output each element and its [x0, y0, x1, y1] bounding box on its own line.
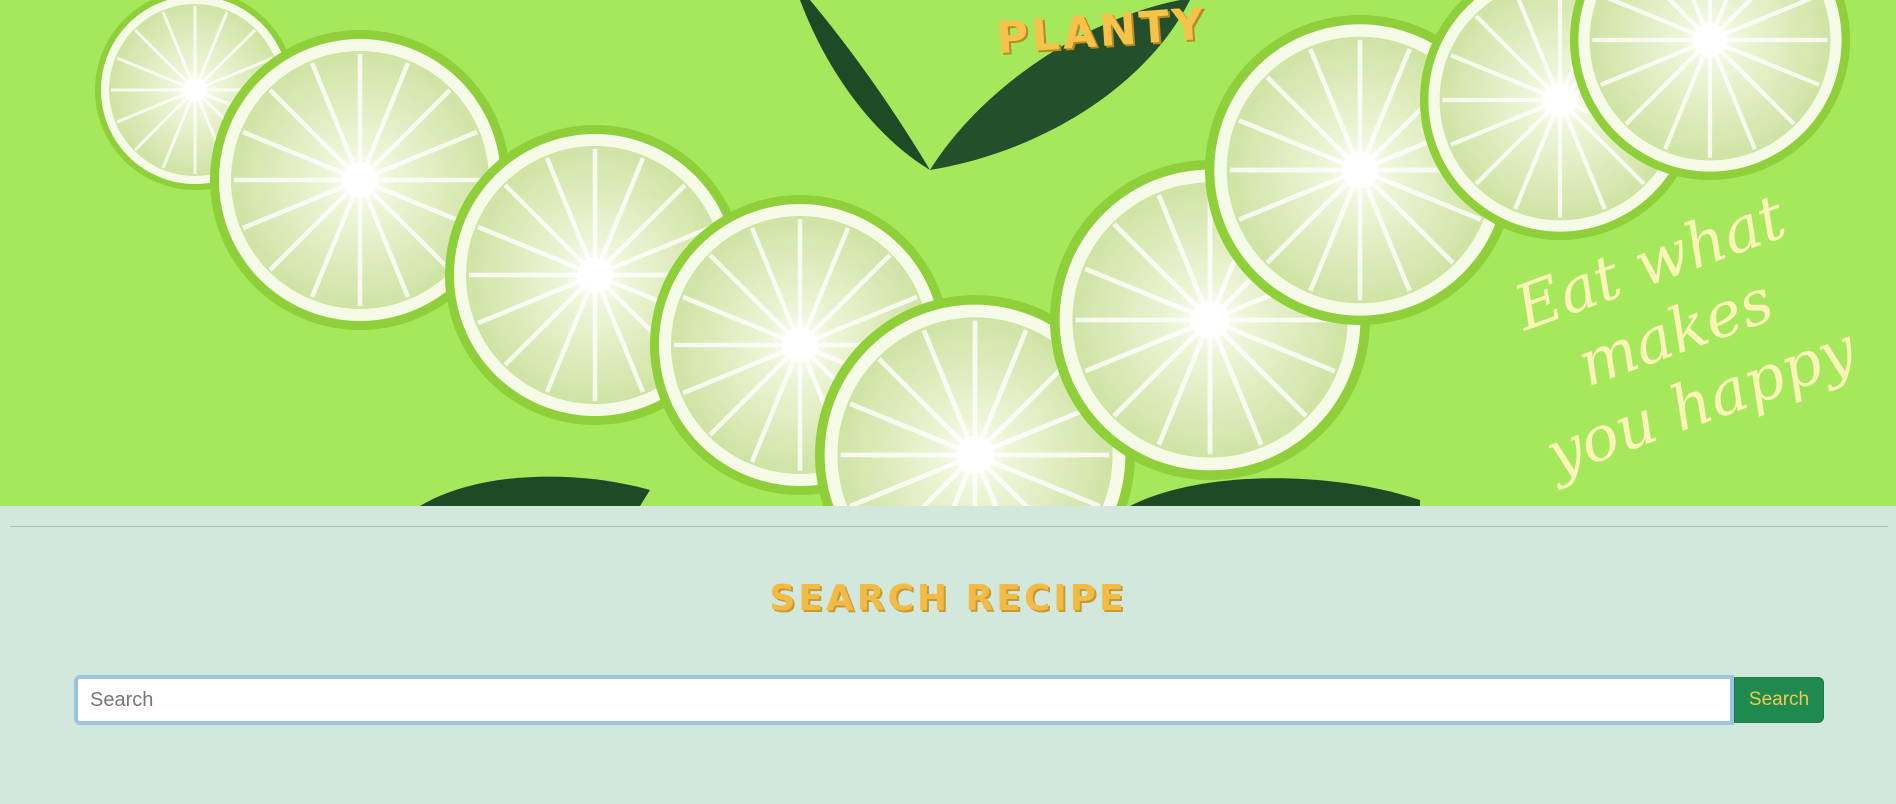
hero-banner: PLANTY Eat what makes you happy [0, 0, 1896, 506]
search-button[interactable]: Search [1734, 677, 1824, 723]
search-input[interactable] [74, 675, 1734, 725]
search-recipe-heading: SEARCH RECIPE [769, 578, 1127, 619]
search-form: Search [74, 675, 1824, 725]
section-divider [10, 526, 1888, 527]
